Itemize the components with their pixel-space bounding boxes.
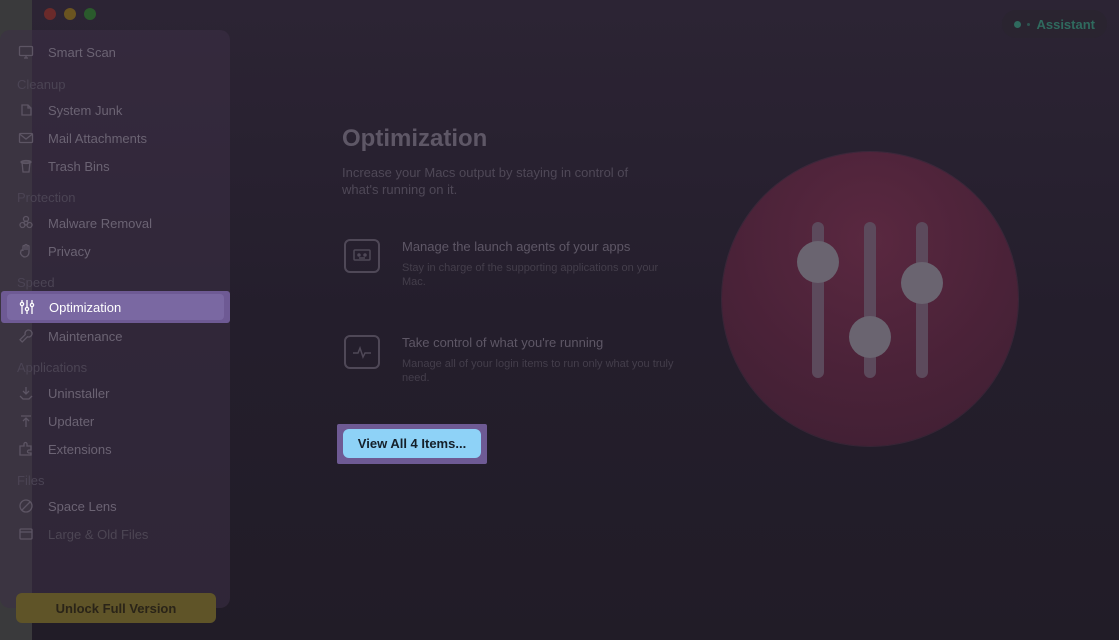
feature-heading: Take control of what you're running	[402, 335, 604, 350]
launch-agents-icon	[344, 239, 380, 273]
sidebar-item-label: Optimization	[49, 299, 122, 315]
view-all-items-button[interactable]: View All 4 Items...	[343, 429, 481, 458]
view-items-focus-ring: View All 4 Items...	[337, 424, 487, 464]
main-content: Optimization Increase your Macs output b…	[32, 0, 1119, 640]
minimize-window-button[interactable]	[64, 8, 76, 20]
feature-description: Manage all of your login items to run on…	[402, 358, 674, 384]
page-subtitle: Increase your Macs output by staying in …	[342, 165, 629, 197]
feature-description: Stay in charge of the supporting applica…	[402, 262, 659, 288]
hero-circle	[722, 152, 1018, 446]
activity-monitor-icon	[344, 335, 380, 369]
close-window-button[interactable]	[44, 8, 56, 20]
zoom-window-button[interactable]	[84, 8, 96, 20]
sliders-icon	[19, 299, 35, 315]
page-title: Optimization	[342, 125, 488, 152]
window-controls	[44, 8, 96, 20]
sliders-icon	[797, 222, 943, 378]
feature-heading: Manage the launch agents of your apps	[402, 239, 631, 254]
